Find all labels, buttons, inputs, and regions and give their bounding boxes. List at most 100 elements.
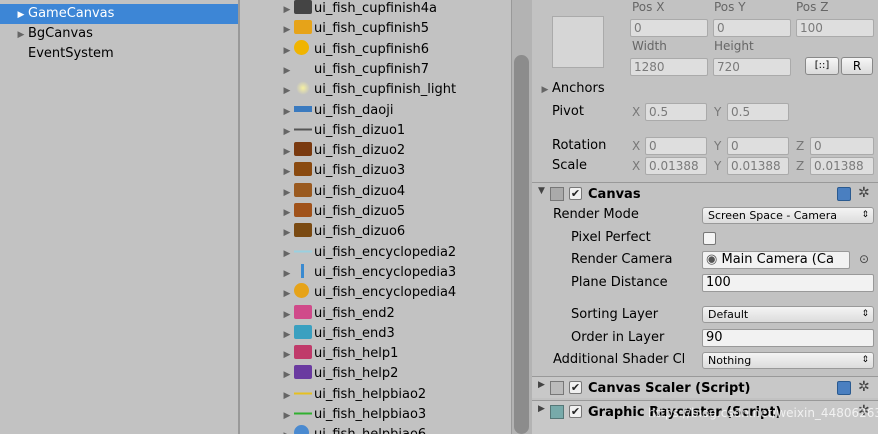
project-asset-item[interactable]: ▶ ui_fish_helpbiao6 bbox=[280, 425, 510, 434]
chevron-right-icon[interactable]: ▶ bbox=[280, 81, 294, 101]
hierarchy-item[interactable]: ▶ BgCanvas bbox=[0, 24, 238, 44]
project-asset-item[interactable]: ▶ ui_fish_end2 bbox=[280, 304, 510, 324]
pivot-x-axis: X bbox=[632, 105, 641, 119]
gear-icon[interactable]: ✲ bbox=[858, 185, 870, 201]
project-asset-item[interactable]: ▶ ui_fish_dizuo1 bbox=[280, 121, 510, 141]
plane-distance-field[interactable]: 100 bbox=[702, 274, 874, 292]
project-asset-item[interactable]: ▶ ui_fish_encyclopedia2 bbox=[280, 243, 510, 263]
chevron-right-icon[interactable]: ▶ bbox=[280, 386, 294, 406]
order-in-layer-field[interactable]: 90 bbox=[702, 329, 874, 347]
chevron-right-icon[interactable]: ▶ bbox=[14, 25, 28, 45]
pos-z-field[interactable]: 100 bbox=[796, 19, 874, 37]
chevron-right-icon[interactable]: ▶ bbox=[280, 244, 294, 264]
blueprint-mode-button[interactable]: [::] bbox=[805, 57, 839, 75]
chevron-right-icon[interactable]: ▶ bbox=[280, 284, 294, 304]
chevron-right-icon[interactable]: ▶ bbox=[280, 102, 294, 122]
watermark: https://blog.csdn.net/weixin_44806263 bbox=[648, 406, 878, 420]
rotation-y-field[interactable]: 0 bbox=[727, 137, 789, 155]
width-field[interactable]: 1280 bbox=[630, 58, 708, 76]
render-camera-label: Render Camera bbox=[571, 252, 673, 267]
project-asset-item[interactable]: ▶ ui_fish_dizuo6 bbox=[280, 222, 510, 242]
render-camera-field[interactable]: ◉ Main Camera (Ca bbox=[702, 251, 850, 269]
help-book-icon[interactable] bbox=[837, 187, 851, 201]
render-mode-dropdown[interactable]: Screen Space - Camera ⇕ bbox=[702, 207, 874, 224]
project-asset-label: ui_fish_cupfinish_light bbox=[314, 82, 457, 98]
canvas-scaler-header[interactable]: ▶ ✔ Canvas Scaler (Script) ✲ bbox=[532, 376, 878, 398]
chevron-right-icon[interactable]: ▶ bbox=[280, 41, 294, 61]
project-asset-item[interactable]: ▶ ui_fish_encyclopedia4 bbox=[280, 283, 510, 303]
hierarchy-item[interactable]: ▶ GameCanvas bbox=[0, 4, 238, 24]
rotation-x-field[interactable]: 0 bbox=[645, 137, 707, 155]
height-field[interactable]: 720 bbox=[713, 58, 791, 76]
canvas-component-header[interactable]: ▼ ✔ Canvas ✲ bbox=[532, 182, 878, 204]
chevron-right-icon[interactable]: ▶ bbox=[280, 426, 294, 434]
canvas-enabled-checkbox[interactable]: ✔ bbox=[569, 187, 582, 200]
pos-y-field[interactable]: 0 bbox=[713, 19, 791, 37]
chevron-right-icon[interactable]: ▶ bbox=[280, 406, 294, 426]
project-scrollbar[interactable] bbox=[511, 0, 532, 434]
shader-channels-dropdown[interactable]: Nothing ⇕ bbox=[702, 352, 874, 369]
chevron-right-icon[interactable]: ▶ bbox=[280, 162, 294, 182]
chevron-right-icon[interactable]: ▶ bbox=[280, 0, 294, 20]
pivot-y-field[interactable]: 0.5 bbox=[727, 103, 789, 121]
rotation-z-field[interactable]: 0 bbox=[810, 137, 874, 155]
project-asset-item[interactable]: ▶ ui_fish_cupfinish6 bbox=[280, 39, 510, 61]
chevron-right-icon[interactable]: ▶ bbox=[280, 325, 294, 345]
scale-z-field[interactable]: 0.01388 bbox=[810, 157, 874, 175]
chevron-right-icon[interactable]: ▶ bbox=[280, 345, 294, 365]
canvas-scaler-enabled-checkbox[interactable]: ✔ bbox=[569, 381, 582, 394]
project-asset-item[interactable]: ▶ ui_fish_encyclopedia3 bbox=[280, 263, 510, 283]
help-book-icon[interactable] bbox=[837, 381, 851, 395]
chevron-right-icon[interactable]: ▶ bbox=[280, 61, 294, 81]
project-asset-item[interactable]: ▶ ui_fish_cupfinish4a bbox=[280, 0, 510, 19]
project-asset-item[interactable]: ▶ ui_fish_cupfinish_light bbox=[280, 80, 510, 100]
graphic-raycaster-enabled-checkbox[interactable]: ✔ bbox=[569, 405, 582, 418]
chevron-right-icon[interactable]: ▶ bbox=[280, 223, 294, 243]
scale-x-field[interactable]: 0.01388 bbox=[645, 157, 707, 175]
project-asset-item[interactable]: ▶ ui_fish_dizuo4 bbox=[280, 182, 510, 202]
chevron-right-icon[interactable]: ▶ bbox=[280, 122, 294, 142]
chevron-down-icon[interactable]: ▼ bbox=[538, 186, 545, 196]
line-icon bbox=[294, 385, 312, 400]
scrollbar-thumb[interactable] bbox=[514, 55, 529, 434]
anchors-foldout[interactable]: ▶ Anchors bbox=[538, 81, 605, 96]
camera-icon: ◉ bbox=[706, 252, 722, 267]
project-asset-item[interactable]: ▶ ui_fish_helpbiao2 bbox=[280, 385, 510, 405]
chevron-right-icon[interactable]: ▶ bbox=[280, 305, 294, 325]
project-asset-item[interactable]: ▶ ui_fish_dizuo5 bbox=[280, 202, 510, 222]
project-asset-item[interactable]: ▶ ui_fish_cupfinish7 bbox=[280, 60, 510, 80]
project-asset-label: ui_fish_helpbiao3 bbox=[314, 407, 427, 422]
project-asset-item[interactable]: ▶ ui_fish_daoji bbox=[280, 101, 510, 121]
pivot-x-field[interactable]: 0.5 bbox=[645, 103, 707, 121]
chevron-right-icon[interactable]: ▶ bbox=[14, 5, 28, 25]
project-asset-label: ui_fish_dizuo2 bbox=[314, 143, 406, 159]
chevron-right-icon[interactable]: ▶ bbox=[280, 20, 294, 40]
chevron-right-icon[interactable]: ▶ bbox=[280, 365, 294, 385]
chevron-right-icon[interactable]: ▶ bbox=[280, 142, 294, 162]
anchor-preset-box[interactable] bbox=[552, 16, 604, 68]
chevron-right-icon[interactable]: ▶ bbox=[538, 380, 545, 390]
sorting-layer-dropdown[interactable]: Default ⇕ bbox=[702, 306, 874, 323]
object-picker-icon[interactable]: ⊙ bbox=[859, 252, 869, 266]
sorting-layer-label: Sorting Layer bbox=[571, 307, 659, 322]
project-asset-item[interactable]: ▶ ui_fish_cupfinish5 bbox=[280, 19, 510, 39]
project-asset-item[interactable]: ▶ ui_fish_help2 bbox=[280, 364, 510, 384]
chevron-right-icon[interactable]: ▶ bbox=[280, 203, 294, 223]
project-asset-item[interactable]: ▶ ui_fish_help1 bbox=[280, 344, 510, 364]
chevron-right-icon[interactable]: ▶ bbox=[280, 264, 294, 284]
chevron-right-icon[interactable]: ▶ bbox=[280, 183, 294, 203]
chevron-right-icon[interactable]: ▶ bbox=[538, 404, 545, 414]
pos-y-label: Pos Y bbox=[714, 0, 746, 14]
scale-y-axis: Y bbox=[714, 159, 722, 173]
hierarchy-item[interactable]: EventSystem bbox=[0, 44, 238, 64]
project-asset-item[interactable]: ▶ ui_fish_helpbiao3 bbox=[280, 405, 510, 425]
pos-x-field[interactable]: 0 bbox=[630, 19, 708, 37]
raw-edit-button[interactable]: R bbox=[841, 57, 873, 75]
project-asset-item[interactable]: ▶ ui_fish_end3 bbox=[280, 324, 510, 344]
canvas-scaler-title: Canvas Scaler (Script) bbox=[588, 381, 751, 396]
project-asset-item[interactable]: ▶ ui_fish_dizuo2 bbox=[280, 141, 510, 161]
gear-icon[interactable]: ✲ bbox=[858, 379, 870, 395]
project-asset-item[interactable]: ▶ ui_fish_dizuo3 bbox=[280, 161, 510, 181]
scale-y-field[interactable]: 0.01388 bbox=[727, 157, 789, 175]
pixel-perfect-checkbox[interactable] bbox=[703, 232, 716, 245]
